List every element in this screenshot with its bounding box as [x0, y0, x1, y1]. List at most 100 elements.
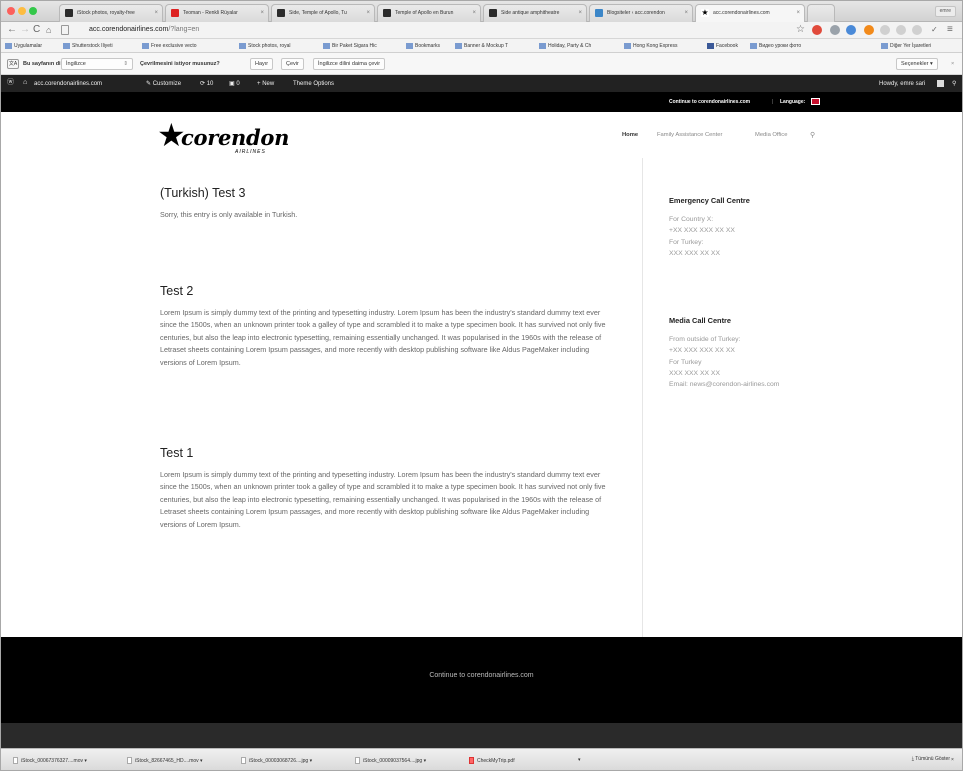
close-window-icon[interactable] [7, 7, 15, 15]
extension-icon[interactable] [912, 25, 922, 35]
always-translate-button[interactable]: İngilizce dilini daima çevir [313, 58, 386, 70]
search-icon[interactable]: ⚲ [810, 131, 815, 139]
extension-icon[interactable] [896, 25, 906, 35]
tab-close-icon[interactable]: × [796, 5, 800, 21]
download-item[interactable]: iStock_82667465_HD....mov ▾ [127, 757, 203, 765]
admin-site-name[interactable]: acc.corendonairlines.com [34, 80, 102, 88]
updates-icon: ⟳ [200, 81, 206, 87]
download-item[interactable]: iStock_00067376327....mov ▾ [13, 757, 87, 765]
avatar[interactable] [937, 80, 944, 87]
bookmark-star-icon [406, 42, 413, 49]
bookmark-item-other[interactable]: Diğer Yer İşaretleri [881, 42, 931, 50]
minimize-window-icon[interactable] [18, 7, 26, 15]
tab-temple-apollo[interactable]: Side, Temple of Apollo, Tu × [271, 4, 375, 22]
close-icon[interactable]: × [951, 59, 954, 69]
tab-close-icon[interactable]: × [578, 5, 582, 21]
bookmark-folder-icon [63, 42, 70, 49]
adblock-icon[interactable] [812, 25, 822, 35]
reload-icon[interactable]: C [33, 24, 40, 36]
tab-corendon[interactable]: ★ acc.corendonairlines.com × [695, 4, 805, 22]
no-button[interactable]: Hayır [250, 58, 274, 70]
new-tab-button[interactable] [807, 4, 835, 22]
howdy-user[interactable]: Howdy, emre sari [879, 80, 925, 88]
customize-link[interactable]: ✎ Customize [146, 80, 181, 88]
post-body: Sorry, this entry is only available in T… [160, 210, 298, 219]
home-icon[interactable]: ⌂ [46, 24, 51, 36]
bookmark-item[interactable]: Holiday, Party & Ch [539, 42, 591, 50]
post-test1: Test 1 Lorem Ipsum is simply dummy text … [160, 445, 615, 531]
translate-button[interactable]: Çevir [281, 58, 304, 70]
bookmark-item[interactable]: Hong Kong Express [624, 42, 677, 50]
tab-close-icon[interactable]: × [260, 5, 264, 21]
address-bar[interactable]: acc.corendonairlines.com/?lang=en [89, 25, 199, 35]
tab-side-amphitheatre[interactable]: Side antique amphitheatre × [483, 4, 587, 22]
bookmark-star-icon[interactable]: ☆ [796, 24, 805, 36]
tab-blogsiteler[interactable]: Blogsiteler ‹ acc.corendon × [589, 4, 693, 22]
bookmark-item[interactable]: Shutterstock Iliyeti [63, 42, 113, 50]
nav-media-office[interactable]: Media Office [755, 132, 787, 138]
show-all-downloads[interactable]: ⤓ Tümünü Göster [912, 755, 950, 764]
tab-istock[interactable]: iStock photos, royalty-free × [59, 4, 163, 22]
download-item[interactable]: iStock_00003068726....jpg ▾ [241, 757, 312, 765]
post-title[interactable]: Test 2 [160, 283, 615, 299]
post-title[interactable]: (Turkish) Test 3 [160, 185, 615, 201]
continue-link[interactable]: Continue to corendonairlines.com [669, 99, 750, 105]
bookmark-item[interactable]: Free exclusive vecto [142, 42, 197, 50]
theme-options-link[interactable]: Theme Options [293, 80, 334, 88]
download-menu-arrow-icon[interactable]: ▾ [578, 757, 581, 764]
widget-line: For Turkey: [669, 238, 704, 246]
download-item[interactable]: CheckMyTrip.pdf [469, 757, 515, 765]
page-language-label: Bu sayfanın dili [23, 61, 64, 67]
widget-line: From outside of Turkey: [669, 336, 741, 343]
website-page: Continue to corendonairlines.com | Langu… [1, 92, 962, 748]
bookmark-item[interactable]: Видео уроки фото [750, 42, 801, 50]
wordpress-icon[interactable]: ⓦ [7, 79, 14, 87]
extension-icon[interactable] [830, 25, 840, 35]
bookmark-item[interactable]: Bookmarks [406, 42, 440, 50]
logo-wordmark: corendon [181, 125, 290, 150]
download-item[interactable]: iStock_00009037564....jpg ▾ [355, 757, 426, 765]
tab-close-icon[interactable]: × [366, 5, 370, 21]
widget-email[interactable]: Email: news@corendon-airlines.com [669, 379, 869, 390]
tab-close-icon[interactable]: × [154, 5, 158, 21]
extension-icon[interactable] [846, 25, 856, 35]
uk-flag-icon[interactable] [811, 98, 820, 105]
bookmark-item[interactable]: Facebook [707, 42, 738, 50]
bookmark-item[interactable]: Uygulamalar [5, 42, 42, 50]
bookmark-item[interactable]: Stock photos, royal [239, 42, 291, 50]
options-button[interactable]: Seçenekler ▾ [896, 58, 938, 70]
wordpress-favicon-icon [595, 9, 603, 17]
widget-line: For Country X: [669, 216, 714, 223]
maximize-window-icon[interactable] [29, 7, 37, 15]
tab-youtube[interactable]: Teoman - Renkli Rüyalar × [165, 4, 269, 22]
tab-close-icon[interactable]: × [684, 5, 688, 21]
tab-temple-burun[interactable]: Temple of Apollo en Burun × [377, 4, 481, 22]
profile-name[interactable]: emre [934, 6, 956, 17]
bookmark-page-icon [750, 42, 757, 49]
corendon-logo[interactable]: ★ corendon AIRLINES [157, 119, 289, 155]
bookmark-page-icon [323, 42, 330, 49]
footer-continue-link[interactable]: Continue to corendonairlines.com [1, 672, 962, 679]
comments-link[interactable]: ▣ 0 [229, 80, 240, 88]
widget-line: XXX XXX XX XX [669, 369, 720, 377]
menu-icon[interactable]: ≡ [947, 24, 953, 36]
bookmark-check-icon [624, 42, 631, 49]
media-widget: Media Call Centre From outside of Turkey… [669, 316, 869, 390]
back-arrow-icon[interactable]: ← [7, 24, 17, 36]
post-title[interactable]: Test 1 [160, 445, 615, 461]
tab-close-icon[interactable]: × [472, 5, 476, 21]
language-select[interactable]: İngilizce ⇕ [61, 58, 133, 70]
bookmark-item[interactable]: Bir Paket Sigara Hic [323, 42, 377, 50]
extension-icon[interactable] [880, 25, 890, 35]
updates-link[interactable]: ⟳ 10 [200, 80, 213, 88]
close-icon[interactable]: × [951, 757, 954, 764]
search-icon[interactable]: ⚲ [952, 80, 956, 88]
nav-home[interactable]: Home [622, 132, 638, 138]
check-icon[interactable]: ✓ [931, 24, 938, 36]
extension-icon[interactable] [864, 25, 874, 35]
nav-family-assistance[interactable]: Family Assistance Center [657, 132, 722, 138]
bookmark-item[interactable]: Banner & Mockup T [455, 42, 508, 50]
istock-favicon-icon [489, 9, 497, 17]
new-link[interactable]: + New [257, 80, 274, 88]
forward-arrow-icon[interactable]: → [20, 24, 30, 36]
